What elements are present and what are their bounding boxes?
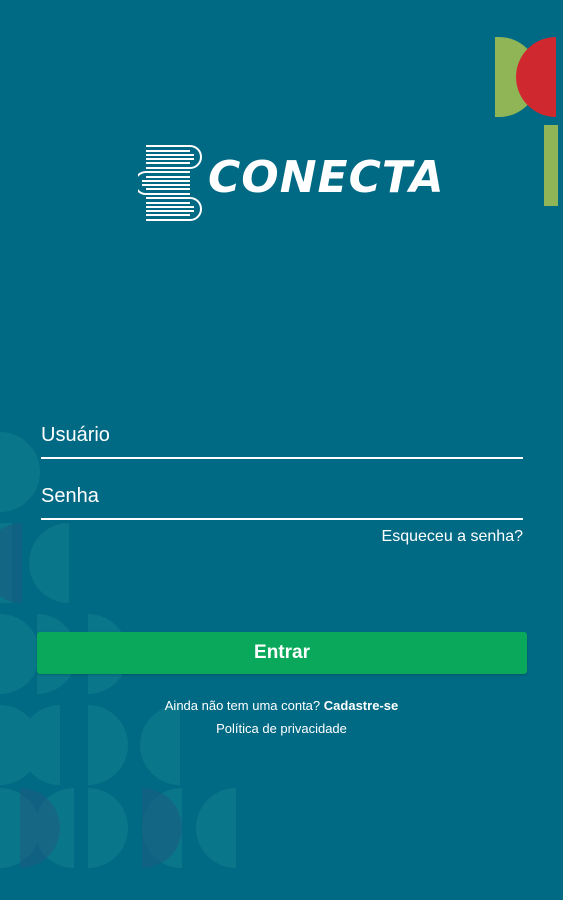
signup-prompt-text: Ainda não tem uma conta? (164, 698, 321, 713)
username-input[interactable] (41, 413, 523, 457)
password-field-wrapper (41, 474, 523, 520)
login-button[interactable]: Entrar (37, 632, 527, 674)
username-field-wrapper (41, 413, 523, 459)
forgot-password-link[interactable]: Esqueceu a senha? (382, 528, 523, 546)
privacy-policy-link[interactable]: Política de privacidade (0, 721, 563, 736)
stacked-books-icon (138, 145, 202, 221)
signup-link[interactable]: Cadastre-se (324, 698, 398, 713)
app-logo: CONECTA (138, 142, 444, 226)
login-screen: CONECTA Esqueceu a senha? Entrar Ainda n… (0, 0, 563, 900)
password-input[interactable] (41, 474, 523, 518)
signup-prompt: Ainda não tem uma conta? Cadastre-se (0, 698, 563, 713)
logo-wordmark: CONECTA (208, 152, 445, 203)
